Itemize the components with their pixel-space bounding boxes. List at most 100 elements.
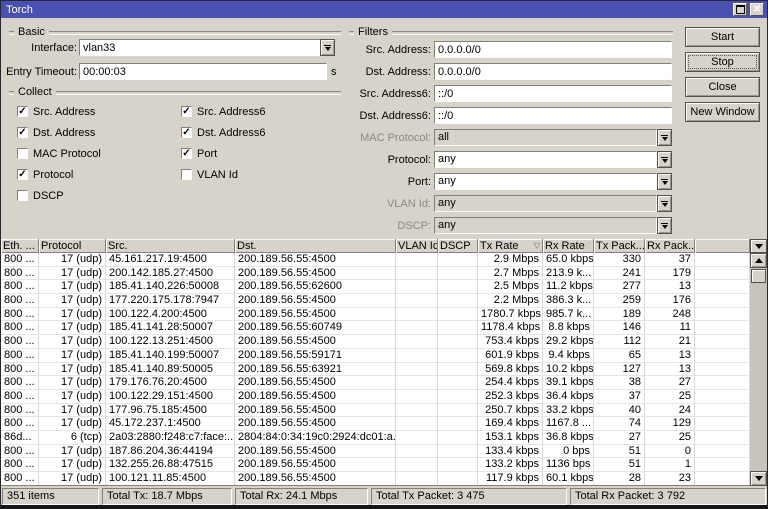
table-row[interactable]: 800 ... 17 (udp) 100.122.4.200:4500 200.189…: [1, 307, 750, 322]
collect-checkbox-dst-address[interactable]: ✓ Dst. Address: [17, 126, 95, 139]
dst-address6-input[interactable]: [434, 107, 672, 124]
table-cell: 800 ...: [1, 362, 39, 377]
port-dropdown-button[interactable]: [657, 173, 672, 190]
table-row[interactable]: 800 ... 17 (udp) 177.96.75.185:4500 200.189…: [1, 403, 750, 418]
table-cell: 200.189.56.55:62600: [235, 280, 396, 295]
table-row[interactable]: 800 ... 17 (udp) 179.176.76.20:4500 200.189…: [1, 376, 750, 390]
table-cell: 200.189.56.55:63921: [235, 362, 396, 377]
table-cell: 100.121.11.85:4500: [106, 472, 235, 485]
table-cell: [438, 294, 478, 308]
collect-checkbox-vlan-id[interactable]: VLAN Id: [181, 168, 238, 181]
column-header-rx-rate[interactable]: Rx Rate ▽: [543, 239, 594, 253]
table-cell: [438, 280, 478, 295]
column-header-src[interactable]: Src.: [106, 239, 235, 253]
src-address-input[interactable]: [434, 41, 672, 58]
table-cell: 17 (udp): [39, 458, 106, 472]
table-row[interactable]: 86d... 6 (tcp) 2a03:2880:f248:c7:face:... 2…: [1, 430, 750, 445]
collect-checkbox-port[interactable]: ✓ Port: [181, 147, 217, 160]
close-button[interactable]: Close: [685, 77, 760, 97]
maximize-button[interactable]: [733, 3, 747, 16]
interface-input[interactable]: [79, 39, 321, 56]
entry-timeout-input[interactable]: [79, 63, 327, 80]
dst-address-input[interactable]: [434, 63, 672, 80]
column-header-tx-rate[interactable]: Tx Rate ▽: [478, 239, 543, 253]
dropdown-icon: [661, 134, 668, 136]
collect-checkbox-mac-protocol[interactable]: MAC Protocol: [17, 147, 101, 160]
table-cell: 51: [594, 444, 645, 459]
table-cell: [438, 362, 478, 377]
column-header-dst[interactable]: Dst.: [235, 239, 396, 253]
table-cell: 37: [645, 253, 695, 267]
column-header-protocol[interactable]: Protocol: [39, 239, 106, 253]
checkbox-label: Protocol: [33, 168, 74, 181]
dropdown-icon: [661, 222, 668, 224]
checkbox-icon: ✓: [181, 148, 192, 159]
entry-timeout-unit: s: [331, 66, 337, 78]
scroll-down-button[interactable]: [750, 471, 767, 486]
table-cell: 13: [645, 348, 695, 363]
table-row[interactable]: 800 ... 17 (udp) 100.121.11.85:4500 200.189…: [1, 472, 750, 485]
table-cell: 51: [594, 458, 645, 472]
table-cell: [438, 430, 478, 445]
new-window-button[interactable]: New Window: [685, 102, 760, 122]
column-header-blank[interactable]: [695, 239, 750, 253]
table-cell: 6 (tcp): [39, 430, 106, 445]
mac-protocol-label: MAC Protocol:: [360, 132, 431, 144]
table-cell: 127: [594, 362, 645, 377]
table-cell: 250.7 kbps: [478, 403, 543, 418]
collect-checkbox-protocol[interactable]: ✓ Protocol: [17, 168, 73, 181]
table-row[interactable]: 800 ... 17 (udp) 132.255.26.88:47515 200.18…: [1, 458, 750, 472]
table-cell: 11.2 kbps: [543, 280, 594, 295]
start-button[interactable]: Start: [685, 27, 760, 47]
table-cell: [438, 266, 478, 281]
column-select-button[interactable]: [750, 239, 767, 253]
collect-checkbox-dst-address6[interactable]: ✓ Dst. Address6: [181, 126, 265, 139]
table-row[interactable]: 800 ... 17 (udp) 200.142.185.27:4500 200.18…: [1, 266, 750, 281]
table-cell: 117.9 kbps: [478, 472, 543, 485]
vertical-scrollbar[interactable]: [750, 253, 767, 486]
table-cell: 38: [594, 376, 645, 390]
scroll-up-button[interactable]: [750, 253, 767, 268]
protocol-combo[interactable]: any: [434, 151, 657, 168]
protocol-dropdown-button[interactable]: [657, 151, 672, 168]
table-row[interactable]: 800 ... 17 (udp) 185.41.140.226:50008 200.1…: [1, 280, 750, 295]
table-cell: 800 ...: [1, 294, 39, 308]
table-cell: 1: [645, 458, 695, 472]
table-cell: 200.189.56.55:4500: [235, 307, 396, 322]
table-row[interactable]: 800 ... 17 (udp) 177.220.175.178:7947 200.1…: [1, 294, 750, 308]
table-row[interactable]: 800 ... 17 (udp) 100.122.13.251:4500 200.18…: [1, 335, 750, 349]
scrollbar-thumb[interactable]: [751, 269, 766, 283]
column-header-tx-pack[interactable]: Tx Pack...: [594, 239, 645, 253]
table-row[interactable]: 800 ... 17 (udp) 185.41.140.199:50007 200.1…: [1, 348, 750, 363]
table-row[interactable]: 800 ... 17 (udp) 187.86.204.36:44194 200.18…: [1, 444, 750, 459]
table-cell: 241: [594, 266, 645, 281]
table-cell: 2.5 Mbps: [478, 280, 543, 295]
table-cell: 25: [645, 430, 695, 445]
column-header-dscp[interactable]: DSCP: [438, 239, 478, 253]
table-row[interactable]: 800 ... 17 (udp) 45.161.217.19:4500 200.189…: [1, 253, 750, 267]
title-bar[interactable]: Torch ✕: [1, 1, 767, 18]
table-cell: [695, 294, 750, 308]
table-cell: [695, 403, 750, 418]
column-header-eth[interactable]: Eth. ...: [1, 239, 39, 253]
collect-checkbox-src-address[interactable]: ✓ Src. Address: [17, 105, 95, 118]
table-cell: [695, 376, 750, 390]
column-header-label: Dst.: [237, 240, 257, 252]
table-row[interactable]: 800 ... 17 (udp) 45.172.237.1:4500 200.189.…: [1, 417, 750, 431]
src-address6-input[interactable]: [434, 85, 672, 102]
port-combo[interactable]: any: [434, 173, 657, 190]
interface-dropdown-button[interactable]: [320, 39, 335, 56]
table-row[interactable]: 800 ... 17 (udp) 185.41.141.28:50007 200.18…: [1, 321, 750, 336]
column-header-rx-pack[interactable]: Rx Pack...: [645, 239, 695, 253]
close-button[interactable]: ✕: [750, 3, 764, 16]
table-row[interactable]: 800 ... 17 (udp) 100.122.29.151:4500 200.18…: [1, 389, 750, 404]
table-cell: 200.189.56.55:4500: [235, 417, 396, 431]
checkbox-icon: ✓: [181, 127, 192, 138]
column-header-label: Protocol: [41, 240, 82, 252]
sort-icon: ▽: [584, 241, 591, 250]
collect-checkbox-src-address6[interactable]: ✓ Src. Address6: [181, 105, 265, 118]
table-row[interactable]: 800 ... 17 (udp) 185.41.140.89:50005 200.18…: [1, 362, 750, 377]
column-header-vlan-id[interactable]: VLAN Id: [396, 239, 438, 253]
collect-checkbox-dscp[interactable]: DSCP: [17, 189, 64, 202]
stop-button[interactable]: Stop: [685, 52, 760, 72]
